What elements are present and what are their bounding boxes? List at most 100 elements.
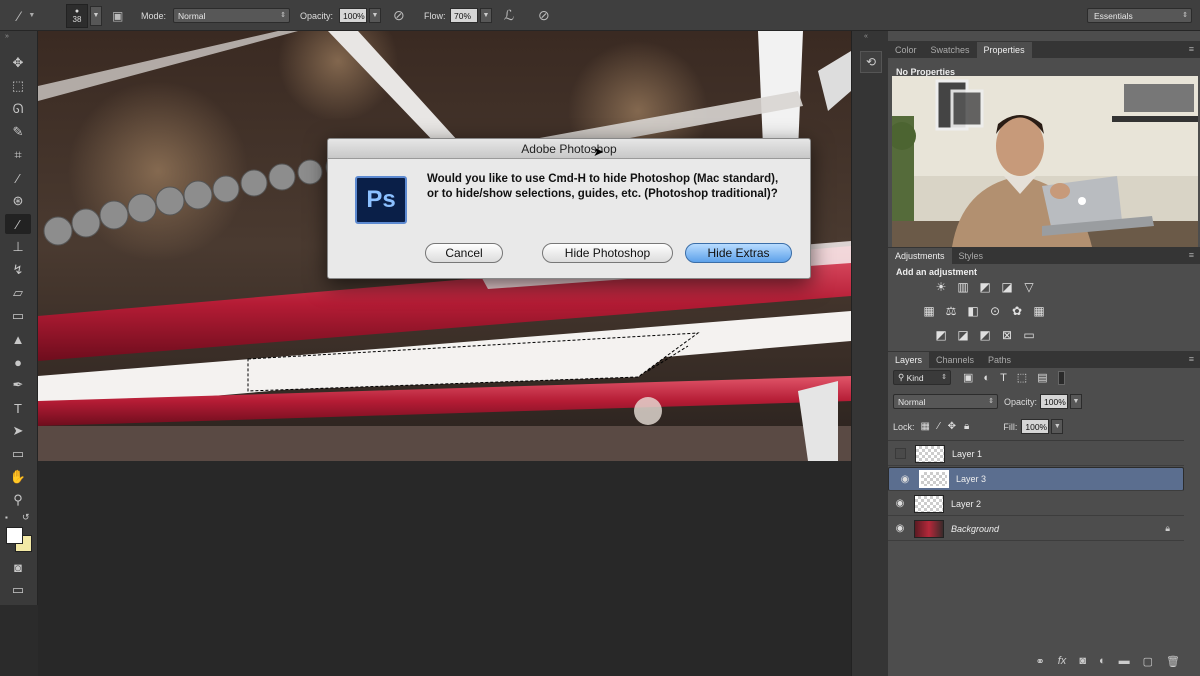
lock-position-icon[interactable]: ✥ (948, 421, 956, 432)
new-adjustment-layer-icon[interactable]: ◐ (1099, 655, 1106, 667)
tab-color[interactable]: Color (888, 42, 924, 58)
add-mask-icon[interactable]: ◙ (1079, 655, 1086, 667)
color-balance-icon[interactable]: ⚖ (940, 303, 962, 319)
eye-icon[interactable]: ◉ (888, 498, 912, 509)
opacity-slider-arrow[interactable]: ▼ (369, 8, 381, 23)
rectangle-tool-icon[interactable]: ▭ (5, 444, 31, 464)
black-white-icon[interactable]: ◧ (962, 303, 984, 319)
tablet-opacity-button[interactable]: ⊘ (393, 0, 405, 31)
hide-extras-button[interactable]: Hide Extras (685, 243, 792, 263)
lock-all-icon[interactable]: 🔒︎ (964, 421, 969, 432)
layer-row-layer-1[interactable]: Layer 1 (888, 442, 1184, 466)
panel-menu-icon[interactable]: ≡ (1189, 44, 1194, 54)
marquee-tool-icon[interactable]: ⬚ (5, 76, 31, 96)
link-layers-icon[interactable]: ⚭ (1036, 655, 1045, 668)
brush-tool-icon[interactable]: ⁄ (5, 214, 31, 234)
lock-image-icon[interactable]: ⁄ (938, 421, 940, 432)
posterize-icon[interactable]: ◪ (952, 327, 974, 343)
filter-type-icon[interactable]: T (1000, 372, 1007, 384)
eye-icon[interactable]: ◉ (888, 523, 912, 534)
fill-arrow[interactable]: ▼ (1051, 419, 1064, 434)
clone-stamp-tool-icon[interactable]: ⊥ (5, 237, 31, 257)
history-panel-icon[interactable]: ⟲ (860, 51, 882, 73)
filter-shape-icon[interactable]: ⬚ (1017, 371, 1027, 384)
zoom-tool-icon[interactable]: ⚲ (5, 490, 31, 510)
panel-menu-icon[interactable]: ≡ (1189, 354, 1194, 364)
blend-mode-select[interactable]: Normal ⇕ (893, 394, 998, 409)
flow-field[interactable]: 70% (450, 8, 478, 23)
brush-tool-preset[interactable]: ⁄ ▼ (18, 0, 35, 31)
fx-icon[interactable]: fx (1058, 655, 1067, 667)
eraser-tool-icon[interactable]: ▱ (5, 283, 31, 303)
panel-menu-icon[interactable]: ≡ (1189, 250, 1194, 260)
tab-layers[interactable]: Layers (888, 352, 930, 368)
layer-opacity-field[interactable]: 100% (1040, 394, 1069, 409)
brush-size-picker[interactable]: ● 38 ▼ (66, 0, 102, 31)
tab-paths[interactable]: Paths (981, 352, 1018, 368)
filter-pixel-icon[interactable]: ▣ (963, 371, 973, 384)
foreground-color-swatch[interactable] (6, 527, 23, 544)
vibrance-icon[interactable]: ▽ (1018, 279, 1040, 295)
history-brush-tool-icon[interactable]: ↯ (5, 260, 31, 280)
eyedropper-tool-icon[interactable]: ⁄ (5, 168, 31, 188)
curves-icon[interactable]: ◩ (974, 279, 996, 295)
lock-transparent-icon[interactable]: ▦ (921, 421, 930, 432)
filter-adjustment-icon[interactable]: ◐ (983, 372, 990, 384)
exposure-icon[interactable]: ◪ (996, 279, 1018, 295)
collapse-arrows-icon[interactable]: » (5, 33, 9, 40)
blur-tool-icon[interactable]: ▲ (5, 329, 31, 349)
brightness-contrast-icon[interactable]: ☀ (930, 279, 952, 295)
type-tool-icon[interactable]: T (5, 398, 31, 418)
collapse-arrows-icon[interactable]: « (864, 33, 868, 40)
layer-row-layer-3[interactable]: ◉ Layer 3 (888, 467, 1184, 491)
new-layer-icon[interactable]: ▢ (1143, 655, 1153, 668)
fill-field[interactable]: 100% (1021, 419, 1050, 434)
eye-icon[interactable]: ◉ (893, 474, 917, 485)
airbrush-button[interactable]: ℒ (504, 0, 514, 31)
tab-swatches[interactable]: Swatches (924, 42, 977, 58)
mode-select[interactable]: Normal ⇕ (173, 8, 290, 23)
filter-smart-object-icon[interactable]: ▤ (1037, 371, 1047, 384)
lasso-tool-icon[interactable]: ᘏ (5, 99, 31, 119)
tab-properties[interactable]: Properties (976, 42, 1032, 58)
tab-adjustments[interactable]: Adjustments (888, 248, 952, 264)
cancel-button[interactable]: Cancel (425, 243, 503, 263)
tablet-size-button[interactable]: ⊘ (538, 0, 550, 31)
default-colors-icon[interactable]: ▪ (5, 513, 8, 522)
move-tool-icon[interactable]: ✥ (5, 53, 31, 73)
invert-icon[interactable]: ◩ (930, 327, 952, 343)
hide-photoshop-button[interactable]: Hide Photoshop (542, 243, 673, 263)
hue-saturation-icon[interactable]: ▦ (918, 303, 940, 319)
swap-colors-icon[interactable]: ↺ (22, 512, 30, 523)
color-lookup-icon[interactable]: ▦ (1028, 303, 1050, 319)
trash-icon[interactable]: 🗑︎ (1166, 655, 1180, 668)
filter-toggle[interactable] (1057, 370, 1065, 385)
opacity-field[interactable]: 100% (339, 8, 367, 23)
brush-panel-toggle[interactable]: ▣ (112, 0, 123, 31)
gradient-tool-icon[interactable]: ▭ (5, 306, 31, 326)
crop-tool-icon[interactable]: ⌗ (5, 145, 31, 165)
dodge-tool-icon[interactable]: ● (5, 352, 31, 372)
gradient-map-icon[interactable]: ▭ (1018, 327, 1040, 343)
layer-opacity-arrow[interactable]: ▼ (1070, 394, 1083, 409)
workspace-select[interactable]: Essentials ⇕ (1087, 8, 1192, 23)
quick-selection-tool-icon[interactable]: ✎ (5, 122, 31, 142)
tab-styles[interactable]: Styles (952, 248, 991, 264)
path-selection-tool-icon[interactable]: ➤ (5, 421, 31, 441)
threshold-icon[interactable]: ◩ (974, 327, 996, 343)
layer-filter-select[interactable]: ⚲ Kind ⇕ (893, 370, 951, 385)
selective-color-icon[interactable]: ⊠ (996, 327, 1018, 343)
healing-brush-tool-icon[interactable]: ⊛ (5, 191, 31, 211)
screen-mode-icon[interactable]: ▭ (5, 580, 31, 600)
new-group-icon[interactable]: ▬ (1119, 655, 1130, 667)
quick-mask-icon[interactable]: ◙ (5, 557, 31, 577)
pen-tool-icon[interactable]: ✒ (5, 375, 31, 395)
visibility-toggle-empty[interactable] (895, 448, 906, 459)
brush-picker-arrow[interactable]: ▼ (90, 5, 102, 26)
flow-slider-arrow[interactable]: ▼ (480, 8, 492, 23)
photo-filter-icon[interactable]: ⊙ (984, 303, 1006, 319)
layer-row-background[interactable]: ◉ Background 🔒︎ (888, 517, 1184, 541)
levels-icon[interactable]: ▥ (952, 279, 974, 295)
layer-row-layer-2[interactable]: ◉ Layer 2 (888, 492, 1184, 516)
channel-mixer-icon[interactable]: ✿ (1006, 303, 1028, 319)
